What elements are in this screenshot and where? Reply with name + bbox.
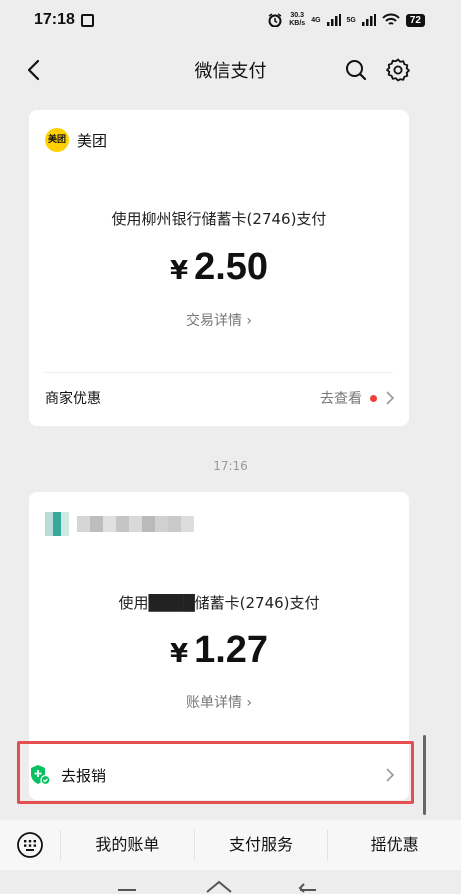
time-separator: 17:16 <box>213 459 248 473</box>
merchant-name: 美团 <box>77 131 108 150</box>
search-icon[interactable] <box>344 58 368 82</box>
chevron-right-icon <box>386 768 395 782</box>
meituan-logo-icon: 美团 <box>45 128 69 152</box>
bill-detail-link[interactable]: 账单详情 › <box>29 692 409 712</box>
nav-bar: 微信支付 <box>0 48 461 92</box>
net-label-2: 5G <box>346 16 356 24</box>
keyboard-button[interactable] <box>0 820 60 870</box>
battery-icon: 72 <box>405 13 425 27</box>
net-speed: 30.3 KB/s <box>289 12 305 28</box>
amount-value: 2.50 <box>194 246 269 288</box>
offer-link[interactable]: 去查看 <box>320 388 395 408</box>
bottom-menu-bar: 我的账单 支付服务 摇优惠 <box>0 820 461 870</box>
notification-icon <box>80 13 94 27</box>
currency-symbol: ¥ <box>169 639 189 669</box>
offer-label: 商家优惠 <box>45 391 101 407</box>
system-nav-icons <box>118 880 316 893</box>
merchant-row-blurred[interactable] <box>45 512 194 536</box>
merchant-row[interactable]: 美团 美团 <box>45 128 107 152</box>
payment-method: 使用柳州银行储蓄卡(2746)支付 <box>111 210 327 228</box>
net-label-1: 4G <box>311 16 321 24</box>
wifi-icon <box>382 13 400 25</box>
scrollbar[interactable] <box>423 735 426 815</box>
status-left: 17:18 <box>34 11 94 29</box>
gear-icon[interactable] <box>385 57 411 83</box>
reimburse-row[interactable]: 去报销 <box>29 764 395 786</box>
reimburse-label: 去报销 <box>61 766 107 785</box>
reimburse-shield-icon <box>31 765 51 786</box>
alarm-icon <box>268 13 282 27</box>
payment-method: 使用████储蓄卡(2746)支付 <box>118 594 320 612</box>
red-dot-badge <box>370 394 377 402</box>
home-nav-icon <box>206 880 232 893</box>
signal-icon <box>361 14 376 26</box>
merchant-offer-row[interactable]: 商家优惠 去查看 <box>45 388 395 408</box>
signal-icon <box>326 14 341 26</box>
speed-value: 30.3 <box>290 12 305 19</box>
offer-link-text: 去查看 <box>320 391 362 407</box>
status-bar: 17:18 30.3 KB/s 4G 5G 72 <box>0 0 461 40</box>
menu-my-bills[interactable]: 我的账单 <box>60 830 194 860</box>
divider <box>45 372 393 373</box>
chevron-right-icon <box>386 391 395 405</box>
back-icon[interactable] <box>24 58 46 82</box>
amount-value: 1.27 <box>194 629 269 671</box>
amount-row: ¥ 2.50 <box>29 246 409 289</box>
back-nav-icon <box>298 883 316 893</box>
reimburse-left: 去报销 <box>29 764 106 786</box>
menu-payment-services[interactable]: 支付服务 <box>193 830 328 860</box>
currency-symbol: ¥ <box>169 256 189 286</box>
page-title: 微信支付 <box>194 61 267 82</box>
keyboard-icon <box>17 832 43 858</box>
menu-shake-offers[interactable]: 摇优惠 <box>327 830 461 860</box>
transaction-detail-link[interactable]: 交易详情 › <box>29 310 409 330</box>
system-nav-bar <box>0 870 461 894</box>
merchant-logo-icon <box>45 512 69 536</box>
merchant-name-blurred <box>77 516 194 532</box>
transaction-card[interactable]: 美团 美团 使用柳州银行储蓄卡(2746)支付 ¥ 2.50 交易详情 › 商家… <box>29 110 409 426</box>
speed-unit: KB/s <box>289 20 306 27</box>
amount-row: ¥ 1.27 <box>29 629 409 672</box>
status-time: 17:18 <box>34 11 75 28</box>
status-right: 30.3 KB/s 4G 5G 72 <box>267 12 425 28</box>
